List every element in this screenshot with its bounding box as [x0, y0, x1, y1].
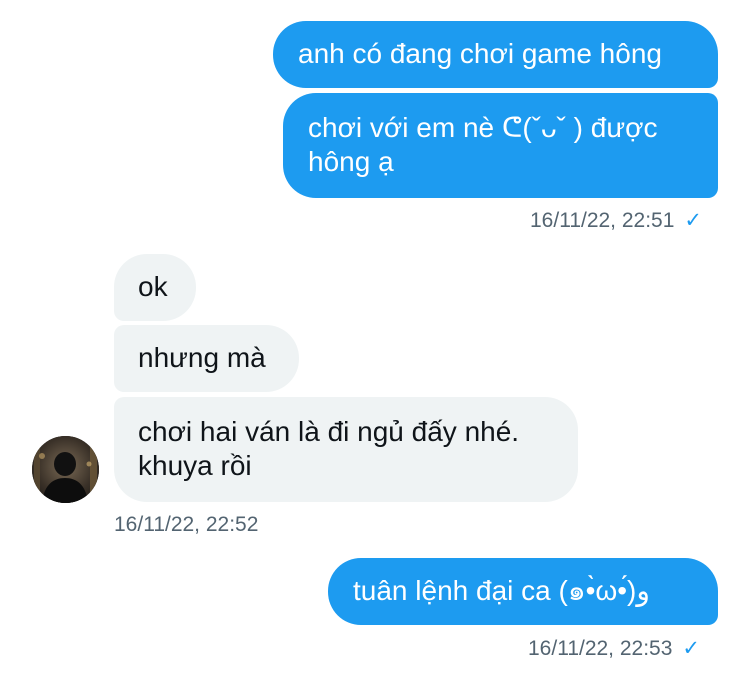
- check-icon: ✓: [684, 209, 703, 232]
- outgoing-message[interactable]: chơi với em nè ᕦ(ˇᴗˇ ) được hông ạ: [283, 93, 718, 198]
- timestamp-text: 16/11/22, 22:52: [114, 513, 259, 536]
- check-icon: ✓: [682, 637, 701, 660]
- message-timestamp: 16/11/22, 22:53 ✓: [528, 636, 700, 662]
- timestamp-text: 16/11/22, 22:53: [528, 637, 673, 660]
- timestamp-text: 16/11/22, 22:51: [530, 209, 675, 232]
- outgoing-message[interactable]: tuân lệnh đại ca (๑•̀ω•́)و: [328, 558, 718, 625]
- avatar[interactable]: [32, 436, 99, 503]
- incoming-message[interactable]: ok: [114, 254, 196, 321]
- message-timestamp: 16/11/22, 22:52: [114, 512, 258, 538]
- outgoing-message[interactable]: anh có đang chơi game hông: [273, 21, 718, 88]
- avatar-image: [32, 436, 99, 503]
- incoming-message[interactable]: nhưng mà: [114, 325, 299, 392]
- incoming-message[interactable]: chơi hai ván là đi ngủ đấy nhé. khuya rồ…: [114, 397, 578, 502]
- message-timestamp: 16/11/22, 22:51 ✓: [530, 208, 702, 234]
